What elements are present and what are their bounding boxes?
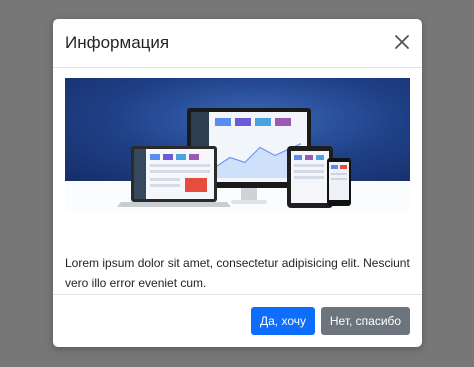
hero-image xyxy=(65,78,410,211)
modal-body-text: Lorem ipsum dolor sit amet, consectetur … xyxy=(65,256,410,290)
close-icon xyxy=(395,35,409,49)
modal-header: Информация xyxy=(53,19,422,68)
close-button[interactable] xyxy=(392,32,412,52)
modal-title: Информация xyxy=(65,33,170,52)
decline-button[interactable]: Нет, спасибо xyxy=(321,307,410,335)
modal-footer: Да, хочу Нет, спасибо xyxy=(53,294,422,347)
modal-dialog: Информация Lorem ipsum dolor sit amet, c… xyxy=(53,19,422,347)
confirm-button[interactable]: Да, хочу xyxy=(251,307,315,335)
modal-body: Lorem ipsum dolor sit amet, consectetur … xyxy=(53,68,422,313)
